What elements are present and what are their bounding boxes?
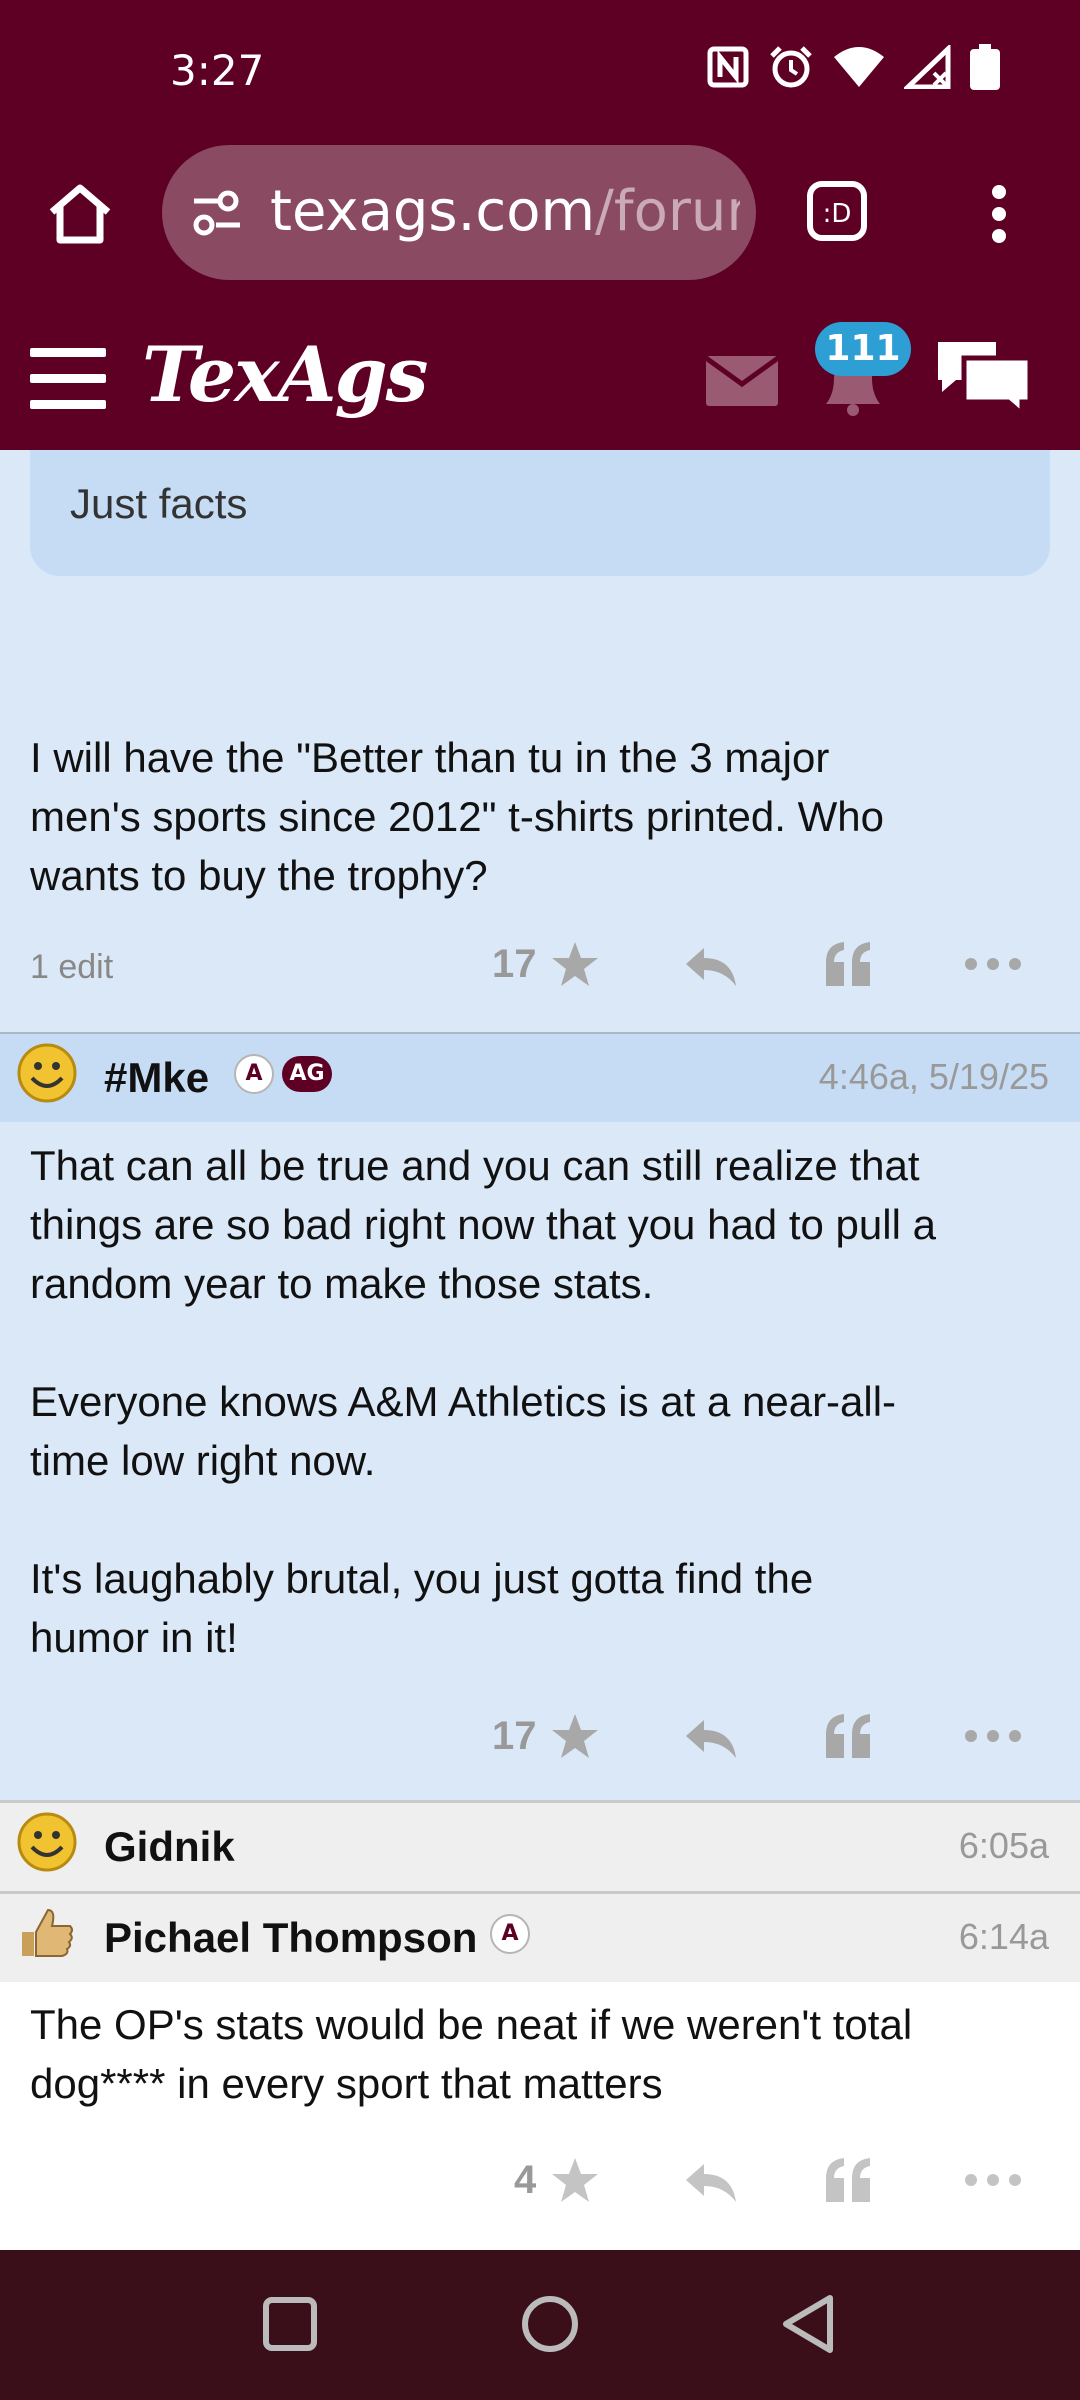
- status-icons: [706, 44, 1000, 90]
- quote-block: Just facts: [30, 450, 1050, 576]
- username[interactable]: #Mke: [104, 1054, 209, 1102]
- home-icon[interactable]: [46, 182, 114, 246]
- post-actions: 17: [0, 1708, 1080, 1768]
- notification-count-badge[interactable]: 111: [815, 322, 911, 376]
- hamburger-menu-icon[interactable]: [30, 348, 106, 426]
- post-header[interactable]: Gidnik 6:05a: [0, 1800, 1080, 1891]
- status-time: 3:27: [170, 46, 265, 95]
- wifi-icon: [834, 47, 884, 87]
- badge-a: A: [234, 1054, 274, 1094]
- username[interactable]: Gidnik: [104, 1823, 235, 1871]
- post-actions: 4: [0, 2152, 1080, 2212]
- smiley-avatar-icon[interactable]: [16, 1811, 78, 1873]
- reply-icon[interactable]: [684, 946, 738, 988]
- star-icon[interactable]: [550, 940, 600, 990]
- thread-content: Just facts I will have the "Better than …: [0, 450, 1080, 2250]
- reply-icon[interactable]: [684, 1718, 738, 1760]
- chat-icon[interactable]: [934, 336, 1034, 416]
- browser-chrome: 3:27 texags.com/forum :D TexAgs 111: [0, 0, 1080, 450]
- svg-text::D: :D: [823, 199, 852, 229]
- nfc-icon: [707, 46, 749, 88]
- quote-text: Just facts: [70, 480, 248, 527]
- post-time: 6:14a: [958, 1916, 1049, 1957]
- badge-a: A: [490, 1914, 530, 1954]
- more-actions-icon[interactable]: [964, 2172, 1022, 2188]
- url-path: /forum: [595, 179, 740, 244]
- smiley-avatar-icon[interactable]: [16, 1042, 78, 1104]
- post-actions: 17: [0, 936, 1080, 996]
- thumbs-up-avatar-icon[interactable]: [16, 1902, 78, 1964]
- more-actions-icon[interactable]: [964, 956, 1022, 972]
- star-count: 17: [492, 942, 537, 986]
- quote-icon[interactable]: [824, 940, 874, 988]
- more-actions-icon[interactable]: [964, 1728, 1022, 1744]
- post-time: 6:05a: [958, 1825, 1049, 1866]
- recents-icon[interactable]: [262, 2296, 318, 2352]
- post-body: That can all be true and you can still r…: [30, 1142, 936, 1661]
- site-settings-icon[interactable]: [190, 189, 244, 237]
- quote-icon[interactable]: [824, 1712, 874, 1760]
- star-icon[interactable]: [550, 2156, 600, 2206]
- post-body: I will have the "Better than tu in the 3…: [30, 734, 884, 899]
- url-text: texags.com/forum: [270, 179, 740, 244]
- star-icon[interactable]: [550, 1712, 600, 1762]
- mail-icon[interactable]: [706, 356, 778, 406]
- home-nav-icon[interactable]: [520, 2294, 580, 2354]
- address-bar[interactable]: texags.com/forum: [162, 145, 756, 280]
- back-icon[interactable]: [780, 2294, 836, 2354]
- username[interactable]: Pichael Thompson: [104, 1914, 477, 1962]
- star-count: 17: [492, 1714, 537, 1758]
- post-time: 4:46a, 5/19/25: [818, 1056, 1049, 1097]
- star-count: 4: [514, 2158, 537, 2202]
- tab-switcher-icon[interactable]: :D: [806, 180, 868, 242]
- url-host: texags.com: [270, 179, 596, 244]
- system-nav-bar: [0, 2250, 1080, 2400]
- post-header: Pichael Thompson A 6:14a: [0, 1891, 1080, 1982]
- alarm-icon: [770, 46, 812, 88]
- site-logo[interactable]: TexAgs: [142, 330, 428, 419]
- post-body: The OP's stats would be neat if we weren…: [30, 2001, 913, 2107]
- badge-ag: AG: [282, 1056, 332, 1092]
- post-header: #Mke A AG 4:46a, 5/19/25: [0, 1032, 1080, 1122]
- reply-icon[interactable]: [684, 2162, 738, 2204]
- signal-icon: [904, 45, 951, 89]
- battery-icon: [970, 44, 1000, 90]
- more-options-icon[interactable]: [984, 184, 1014, 244]
- quote-icon[interactable]: [824, 2156, 874, 2204]
